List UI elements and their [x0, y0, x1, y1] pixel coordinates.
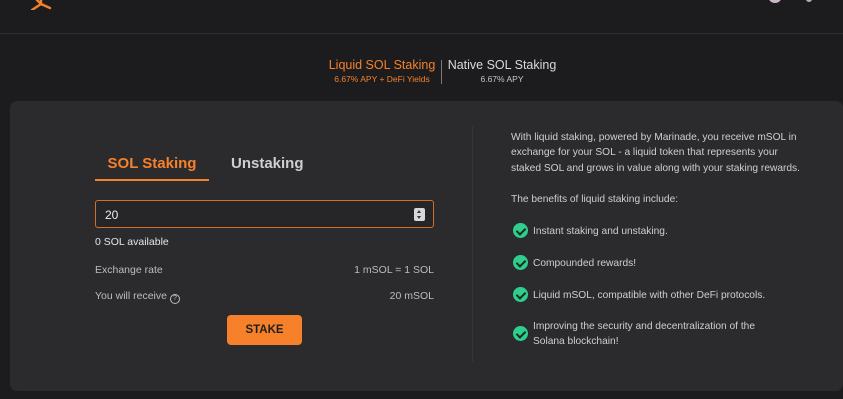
amount-input[interactable] [105, 207, 385, 223]
benefit-text: Compounded rewards! [533, 258, 637, 269]
receive-label: You will receive [95, 290, 167, 302]
check-icon [513, 287, 528, 302]
benefit-text: Improving the security and decentralizat… [533, 321, 755, 347]
avatar[interactable] [768, 0, 782, 3]
help-icon[interactable]: ? [169, 294, 180, 304]
top-nav-fragment [408, 0, 528, 3]
check-icon [513, 223, 528, 238]
mode-liquid-apy: 6.67% APY + DeFi Yields [334, 74, 430, 84]
exchange-rate-value: 1 mSOL = 1 SOL [354, 264, 434, 276]
menu-icon[interactable] [806, 0, 812, 2]
mode-liquid-staking[interactable]: Liquid SOL Staking 6.67% APY + DeFi Yiel… [320, 58, 444, 85]
check-icon [513, 255, 528, 270]
amount-field[interactable] [95, 200, 434, 228]
receive-value: 20 mSOL [389, 290, 434, 302]
benefit-text: Liquid mSOL, compatible with other DeFi … [533, 290, 766, 301]
top-bar [0, 0, 843, 34]
sol-available: 0 SOL available [95, 236, 169, 248]
stepper-icon[interactable] [414, 208, 425, 221]
liquid-staking-description: With liquid staking, powered by Marinade… [511, 132, 800, 174]
exchange-rate-label: Exchange rate [95, 264, 163, 276]
mode-native-title: Native SOL Staking [447, 58, 557, 72]
stake-button[interactable]: STAKE [227, 315, 302, 345]
tab-sol-staking[interactable]: SOL Staking [95, 155, 209, 181]
benefit-text: Instant staking and unstaking. [533, 226, 668, 237]
receive-row: You will receive? [95, 290, 180, 304]
mode-liquid-title: Liquid SOL Staking [328, 58, 436, 72]
mode-native-apy: 6.67% APY [480, 74, 524, 84]
check-icon [513, 326, 528, 341]
staking-mode-switch: Liquid SOL Staking 6.67% APY + DeFi Yiel… [0, 58, 843, 88]
mode-native-staking[interactable]: Native SOL Staking 6.67% APY [446, 58, 558, 85]
tab-unstaking[interactable]: Unstaking [231, 155, 304, 172]
panel-divider [472, 126, 473, 362]
mode-divider [441, 60, 442, 84]
benefits-title: The benefits of liquid staking include: [511, 194, 679, 205]
active-tab-underline [95, 179, 209, 181]
logo-icon[interactable] [28, 0, 54, 10]
